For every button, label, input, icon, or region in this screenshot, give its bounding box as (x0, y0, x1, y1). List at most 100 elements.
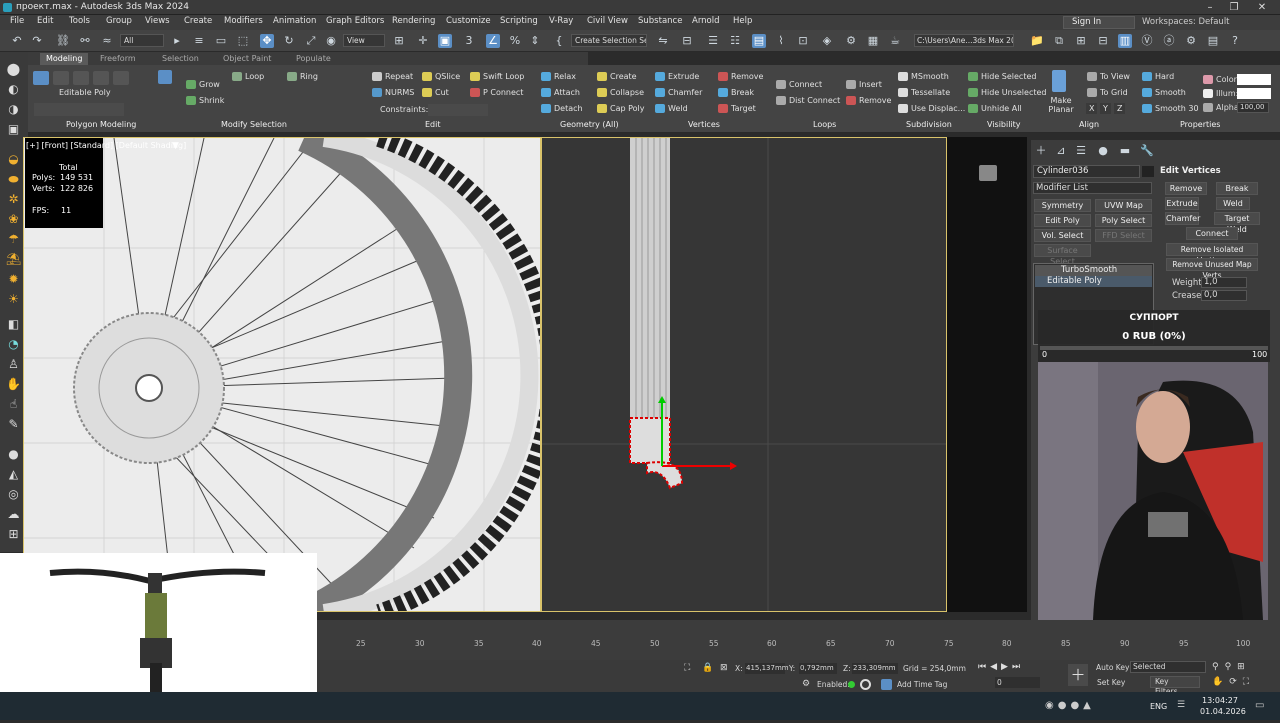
cube-tool-icon[interactable]: ◧ (5, 317, 22, 332)
polygon-mode-icon[interactable] (93, 71, 109, 85)
loops-group[interactable]: Loops (813, 120, 836, 129)
spot-tool-icon[interactable]: ☂ (5, 232, 22, 247)
vertex-mode-icon[interactable] (33, 71, 49, 85)
hard-button[interactable]: Hard (1142, 72, 1174, 81)
angle-snap-icon[interactable]: ∠ (486, 34, 500, 48)
scene-tool-icon[interactable]: ◔ (5, 337, 22, 352)
hand-tool-icon[interactable]: ✋ (5, 377, 22, 392)
cut-button[interactable]: Cut (422, 88, 449, 97)
menu-rendering[interactable]: Rendering (392, 16, 435, 26)
menu-customize[interactable]: Customize (446, 16, 491, 26)
tray-icons[interactable]: ◉●●▲ (1045, 700, 1095, 711)
omni-tool-icon[interactable]: ❀ (5, 212, 22, 227)
isolate-icon[interactable]: ⛶ (684, 663, 690, 673)
pivot-icon[interactable]: ⊞ (392, 34, 406, 48)
repeat-button[interactable]: Repeat (372, 72, 413, 81)
make-planar-button[interactable]: Make Planar (1047, 96, 1075, 114)
stack-item-editable-poly[interactable]: Editable Poly (1035, 276, 1152, 287)
sphere-ui-icon[interactable]: ● (5, 447, 22, 462)
relax-button[interactable]: Relax (541, 72, 576, 81)
pan-tool-icon[interactable]: ◑ (5, 102, 22, 117)
modify-tab-icon[interactable]: ⊿ (1054, 144, 1068, 158)
time-tag-icon[interactable] (881, 679, 892, 690)
motion-tab-icon[interactable]: ● (1096, 144, 1110, 158)
stack-item-turbosmooth[interactable]: TurboSmooth (1035, 265, 1152, 276)
poly-select-button[interactable]: Poly Select (1095, 214, 1152, 227)
notifications-icon[interactable]: ▭ (1255, 700, 1264, 711)
detach-button[interactable]: Detach (541, 104, 583, 113)
redo-icon[interactable]: ↷ (30, 34, 44, 48)
current-frame-field[interactable]: 0 (995, 677, 1040, 688)
menu-modifiers[interactable]: Modifiers (224, 16, 263, 26)
vol-select-button[interactable]: Vol. Select (1034, 229, 1091, 242)
swift-loop-button[interactable]: Swift Loop (470, 72, 524, 81)
to-view-button[interactable]: To View (1087, 72, 1130, 81)
break-button[interactable]: Break (718, 88, 754, 97)
window-crossing-icon[interactable]: ⬚ (236, 34, 250, 48)
project-path-field[interactable]: C:\Users\Ane...3ds Max 2024 (914, 34, 1014, 47)
edge-mode-icon[interactable] (53, 71, 69, 85)
menu-create[interactable]: Create (184, 16, 212, 26)
menu-edit[interactable]: Edit (37, 16, 53, 26)
percent-snap-icon[interactable]: % (508, 34, 522, 48)
rendered-frame-icon[interactable]: ▦ (866, 34, 880, 48)
civil-view-icon[interactable]: ▤ (1206, 34, 1220, 48)
playback-controls-icon[interactable]: ⏮◀▶⏭ (978, 662, 1024, 672)
absolute-mode-icon[interactable]: ⊠ (720, 663, 728, 673)
tab-populate[interactable]: Populate (296, 54, 331, 63)
smooth30-button[interactable]: Smooth 30 (1142, 104, 1199, 113)
mirror-icon[interactable]: ⇋ (656, 34, 670, 48)
weight-spinner[interactable]: 1,0 (1201, 277, 1247, 288)
menu-scripting[interactable]: Scripting (500, 16, 538, 26)
remove-isolated-button[interactable]: Remove Isolated Vertices (1166, 243, 1258, 265)
illum-swatch[interactable] (1237, 88, 1271, 99)
add-time-tag-label[interactable]: Add Time Tag (897, 680, 947, 689)
x-coordinate-field[interactable]: 415,137mm (745, 663, 789, 674)
menu-animation[interactable]: Animation (273, 16, 316, 26)
manipulate-icon[interactable]: ✛ (416, 34, 430, 48)
menu-help[interactable]: Help (733, 16, 752, 26)
make-planar-icon[interactable] (1052, 70, 1066, 92)
ring-button[interactable]: Ring (287, 72, 318, 81)
scale-icon[interactable]: ⤢ (304, 34, 318, 48)
properties-group[interactable]: Properties (1180, 120, 1220, 129)
smooth-button[interactable]: Smooth (1142, 88, 1186, 97)
grid-tool-icon[interactable]: ⊞ (5, 527, 22, 542)
cap-poly-button[interactable]: Cap Poly (597, 104, 645, 113)
weld-button[interactable]: Weld (655, 104, 688, 113)
cloud-tool-icon[interactable]: ☁ (5, 507, 22, 522)
z-coordinate-field[interactable]: 233,309mm (852, 663, 898, 674)
rotate-icon[interactable]: ↻ (282, 34, 296, 48)
workspace-icon[interactable]: ⊟ (1096, 34, 1110, 48)
dist-connect-button[interactable]: Dist Connect (776, 96, 840, 105)
attach-button[interactable]: Attach (541, 88, 580, 97)
extrude-vertex-button[interactable]: Extrude (1165, 197, 1199, 210)
vray-icon[interactable]: Ⓥ (1140, 34, 1154, 48)
maximize-icon[interactable]: ❐ (1224, 1, 1244, 14)
ffd-select-button[interactable]: FFD Select (1095, 229, 1152, 242)
chamfer-button[interactable]: Chamfer (655, 88, 702, 97)
ribbon-toggle-icon[interactable]: ▤ (752, 34, 766, 48)
shrink-button[interactable]: Shrink (186, 96, 224, 105)
sun-tool-icon[interactable]: ✹ (5, 272, 22, 287)
project-folder-icon[interactable]: 📁 (1030, 34, 1044, 48)
hide-unselected-button[interactable]: Hide Unselected (968, 88, 1046, 97)
link-icon[interactable]: ⛓ (56, 34, 70, 48)
unlink-icon[interactable]: ⚯ (78, 34, 92, 48)
weld-vertex-button[interactable]: Weld (1216, 197, 1250, 210)
place-icon[interactable]: ◉ (324, 34, 338, 48)
network-icon[interactable]: ☰ (1177, 700, 1185, 710)
y-coordinate-field[interactable]: 0,792mm (799, 663, 837, 674)
poly-tools-row[interactable] (34, 103, 124, 116)
figure-tool-icon[interactable]: ♙ (5, 357, 22, 372)
symmetry-button[interactable]: Symmetry (1034, 199, 1091, 212)
menu-tools[interactable]: Tools (69, 16, 90, 26)
connect-vertex-button[interactable]: Connect (1186, 227, 1238, 240)
substance-icon[interactable]: ⚙ (1184, 34, 1198, 48)
key-selection-dropdown[interactable]: Selected (1130, 661, 1206, 673)
record-tool-icon[interactable]: ◎ (5, 487, 22, 502)
target-button[interactable]: Target (718, 104, 756, 113)
light-tool-icon[interactable]: ✲ (5, 192, 22, 207)
viewport-nav-icons[interactable]: ⚲⚲⊞ (1212, 662, 1251, 672)
brush-tool-icon[interactable]: ✎ (5, 417, 22, 432)
